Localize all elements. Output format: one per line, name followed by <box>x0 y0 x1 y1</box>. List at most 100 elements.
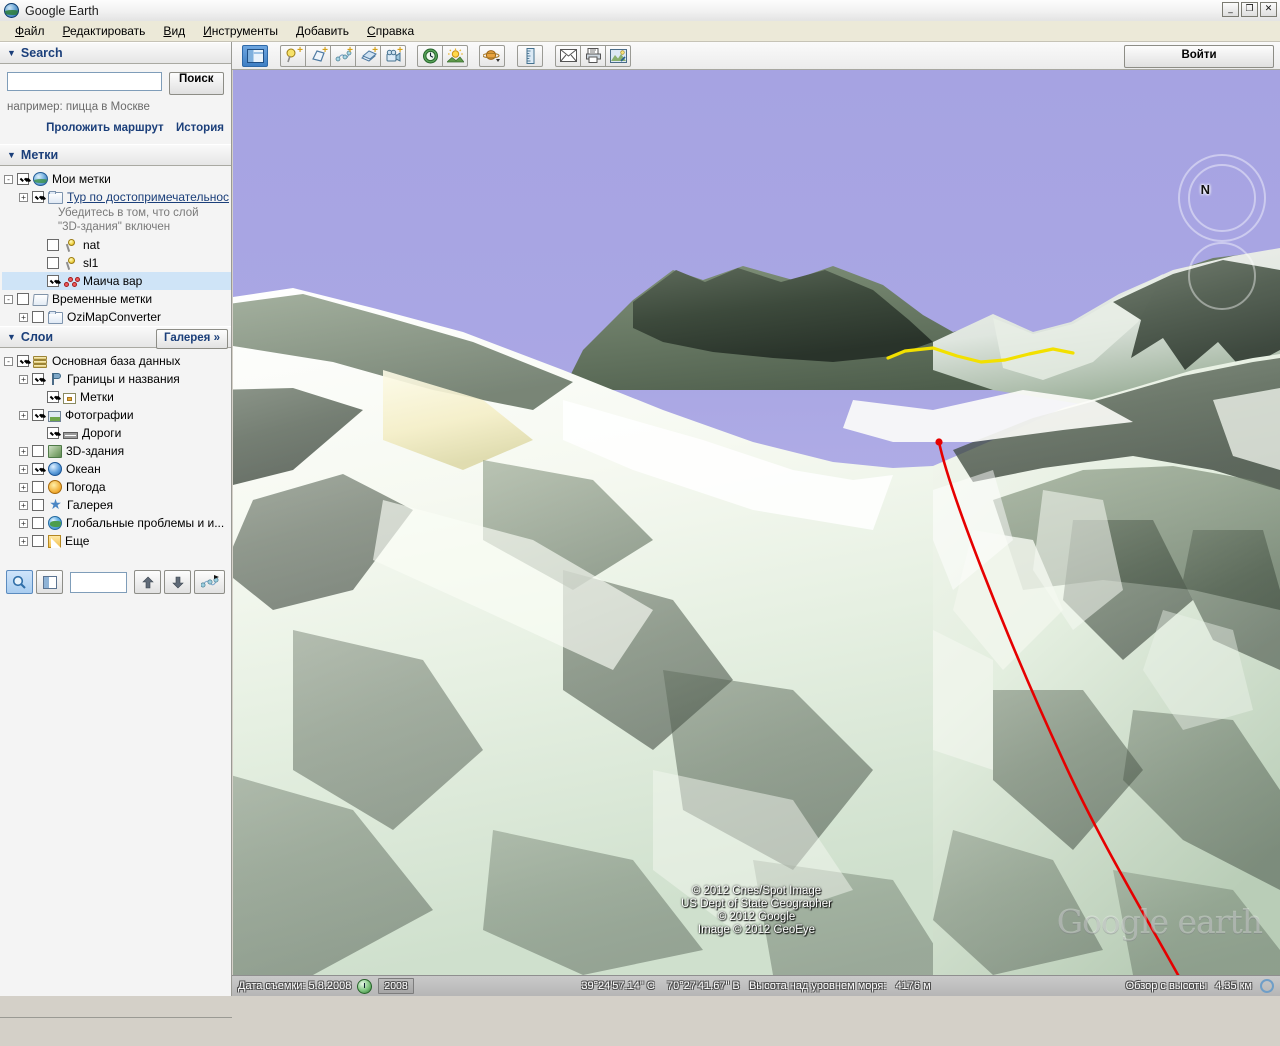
plus-badge: + <box>347 44 353 56</box>
save-image-button[interactable] <box>605 44 631 67</box>
restore-button[interactable]: ❐ <box>1241 2 1258 17</box>
layers-panel-header[interactable]: ▼ Слои Галерея » <box>0 326 231 349</box>
places-item-temporary[interactable]: - Временные метки <box>2 290 231 308</box>
play-tour-button[interactable] <box>194 570 225 594</box>
layer-item-global-awareness[interactable]: + Глобальные проблемы и и... <box>2 514 231 532</box>
places-item-my-places[interactable]: - Мои метки <box>2 170 231 188</box>
map-viewport[interactable]: N © 2012 Cnes/Spot Image US Dept of Stat… <box>233 70 1280 975</box>
layer-checkbox[interactable] <box>32 499 44 511</box>
menu-file[interactable]: Файл <box>6 22 54 40</box>
expander-icon[interactable]: + <box>19 312 28 322</box>
layer-item-label: Еще <box>65 534 90 548</box>
minimize-button[interactable]: _ <box>1222 2 1239 17</box>
elevation-value: 4176 м <box>895 980 931 992</box>
expander-icon[interactable]: + <box>19 500 28 510</box>
layer-checkbox[interactable] <box>32 373 44 385</box>
navigation-pan-ring[interactable] <box>1188 242 1256 310</box>
expander-icon[interactable]: - <box>4 294 13 304</box>
move-down-button[interactable] <box>164 570 191 594</box>
places-slider-input[interactable] <box>70 571 127 593</box>
email-button[interactable] <box>555 44 581 67</box>
search-panel-header[interactable]: ▼ Search <box>0 42 231 64</box>
layer-checkbox[interactable] <box>32 463 44 475</box>
places-panel-title: Метки <box>20 148 59 162</box>
sunlight-button[interactable] <box>442 44 468 67</box>
places-search-toggle[interactable] <box>6 570 33 594</box>
get-directions-link[interactable]: Проложить маршрут <box>46 122 164 134</box>
layer-item-photos[interactable]: + Фотографии <box>2 406 231 424</box>
add-image-overlay-button[interactable]: + <box>355 44 381 67</box>
expander-icon[interactable]: + <box>19 536 28 546</box>
layer-item-borders-labels[interactable]: + Границы и названия <box>2 370 231 388</box>
places-checkbox[interactable] <box>32 311 44 323</box>
menu-edit[interactable]: Редактировать <box>54 22 155 40</box>
places-checkbox[interactable] <box>32 191 44 203</box>
expander-icon[interactable]: + <box>19 464 28 474</box>
search-button[interactable]: Поиск <box>169 72 224 95</box>
layer-checkbox[interactable] <box>32 409 44 421</box>
menu-tools[interactable]: Инструменты <box>194 22 287 40</box>
expander-icon[interactable]: + <box>19 374 28 384</box>
imagery-year-badge[interactable]: 2008 <box>378 978 414 994</box>
expander-icon[interactable]: + <box>19 410 28 420</box>
layer-checkbox[interactable] <box>17 355 29 367</box>
layer-checkbox[interactable] <box>32 445 44 457</box>
menu-add[interactable]: Добавить <box>287 22 358 40</box>
places-checkbox[interactable] <box>17 293 29 305</box>
layer-item-primary-database[interactable]: - Основная база данных <box>2 352 231 370</box>
places-checkbox[interactable] <box>17 173 29 185</box>
historical-imagery-button[interactable] <box>417 44 443 67</box>
sunlight-icon <box>446 48 464 63</box>
sign-in-button[interactable]: Войти <box>1124 45 1274 68</box>
layer-checkbox[interactable] <box>47 427 59 439</box>
places-view-toggle[interactable] <box>36 570 63 594</box>
add-path-button[interactable]: + <box>330 44 356 67</box>
menu-help[interactable]: Справка <box>358 22 423 40</box>
layer-checkbox[interactable] <box>47 391 59 403</box>
expander-icon[interactable]: - <box>4 356 13 366</box>
places-panel-header[interactable]: ▼ Метки <box>0 144 231 166</box>
navigation-rotate-ring[interactable] <box>1188 164 1256 232</box>
layer-checkbox[interactable] <box>32 535 44 547</box>
expander-icon[interactable]: + <box>19 518 28 528</box>
expander-icon[interactable]: - <box>4 174 13 184</box>
places-item-ozimapconverter[interactable]: + OziMapConverter <box>2 308 231 326</box>
record-tour-button[interactable]: + <box>380 44 406 67</box>
expander-icon[interactable]: + <box>19 446 28 456</box>
move-up-button[interactable] <box>134 570 161 594</box>
places-checkbox[interactable] <box>47 257 59 269</box>
sidebar-toggle-button[interactable] <box>242 44 268 67</box>
layer-item-ocean[interactable]: + Океан <box>2 460 231 478</box>
add-polygon-button[interactable]: + <box>305 44 331 67</box>
places-item-label[interactable]: Тур по достопримечательнос <box>67 190 229 204</box>
print-button[interactable] <box>580 44 606 67</box>
layer-item-more[interactable]: + Еще <box>2 532 231 550</box>
search-input[interactable] <box>7 72 162 91</box>
plus-badge: + <box>322 44 328 56</box>
layer-checkbox[interactable] <box>32 517 44 529</box>
expander-icon[interactable]: + <box>19 482 28 492</box>
layer-item-label: Дороги <box>82 426 122 440</box>
add-placemark-button[interactable]: + <box>280 44 306 67</box>
ruler-button[interactable] <box>517 44 543 67</box>
places-item-maicha-var[interactable]: Маича вар <box>2 272 231 290</box>
layer-item-roads[interactable]: Дороги <box>2 424 231 442</box>
close-button[interactable]: ✕ <box>1260 2 1277 17</box>
historical-clock-icon[interactable] <box>357 978 373 994</box>
planet-switch-button[interactable] <box>479 44 505 67</box>
search-hint: например: пицца в Москве <box>7 101 150 113</box>
places-item-nat[interactable]: nat <box>2 236 231 254</box>
places-item-sl1[interactable]: sl1 <box>2 254 231 272</box>
layer-item-3d-buildings[interactable]: + 3D-здания <box>2 442 231 460</box>
expander-icon[interactable]: + <box>19 192 28 202</box>
layer-item-places[interactable]: Метки <box>2 388 231 406</box>
layer-item-gallery[interactable]: + ★ Галерея <box>2 496 231 514</box>
layer-item-weather[interactable]: + Погода <box>2 478 231 496</box>
places-checkbox[interactable] <box>47 275 59 287</box>
places-checkbox[interactable] <box>47 239 59 251</box>
history-link[interactable]: История <box>176 122 224 134</box>
places-item-tour[interactable]: + Тур по достопримечательнос <box>2 188 231 206</box>
menu-view[interactable]: Вид <box>154 22 194 40</box>
gallery-button[interactable]: Галерея » <box>155 329 228 349</box>
layer-checkbox[interactable] <box>32 481 44 493</box>
